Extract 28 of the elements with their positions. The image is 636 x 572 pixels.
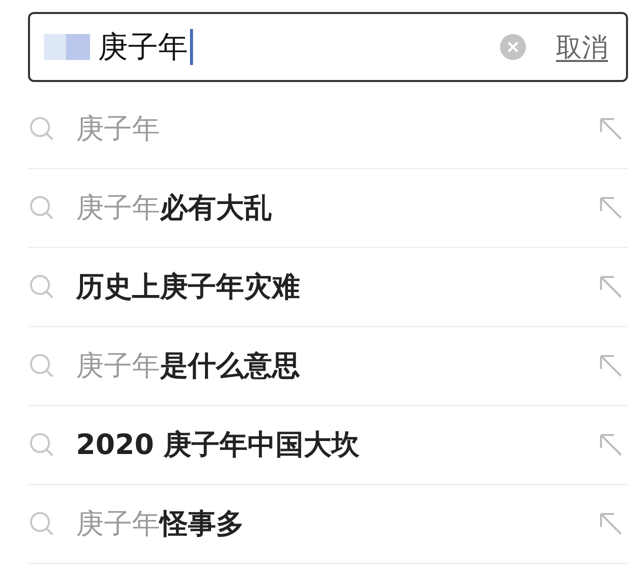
suggestion-item[interactable]: 2020 庚子年中国大坎 [28, 406, 628, 485]
cancel-button[interactable]: 取消 [556, 30, 608, 64]
suggestion-item[interactable]: 庚子年必有大乱 [28, 169, 628, 248]
suggestion-text: 庚子年怪事多 [76, 506, 244, 542]
arrow-icon[interactable] [598, 116, 624, 142]
suggestion-item[interactable]: 庚子年是什么意思 [28, 327, 628, 406]
arrow-icon[interactable] [598, 511, 624, 537]
search-text: 庚子年 [98, 28, 188, 66]
search-icon [28, 273, 56, 301]
search-icon [28, 115, 56, 143]
search-icon [28, 352, 56, 380]
suggestion-text: 庚子年必有大乱 [76, 190, 272, 226]
search-field[interactable]: 庚子年 取消 [28, 12, 628, 82]
arrow-icon[interactable] [598, 432, 624, 458]
arrow-icon[interactable] [598, 195, 624, 221]
search-icon [28, 431, 56, 459]
suggestion-text: 历史上庚子年灾难 [76, 269, 300, 305]
arrow-icon[interactable] [598, 274, 624, 300]
suggestion-item[interactable]: 历史上庚子年灾难 [28, 248, 628, 327]
suggestion-text: 庚子年是什么意思 [76, 348, 300, 384]
suggestion-item[interactable]: 庚子年怪事多 [28, 485, 628, 564]
arrow-icon[interactable] [598, 353, 624, 379]
suggestion-text: 庚子年 [76, 111, 160, 147]
suggestion-text: 2020 庚子年中国大坎 [76, 427, 360, 463]
blocks-icon [44, 34, 90, 60]
search-icon [28, 194, 56, 222]
clear-icon[interactable] [500, 34, 526, 60]
search-icon [28, 510, 56, 538]
